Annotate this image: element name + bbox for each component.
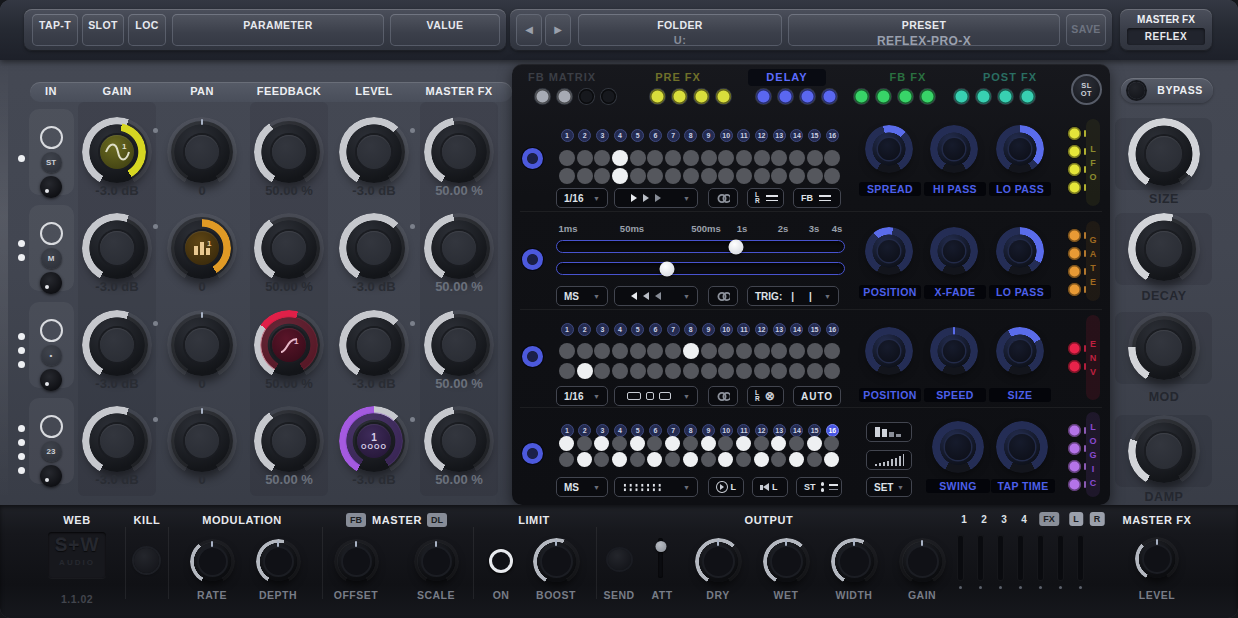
boost-label: BOOST xyxy=(536,589,576,601)
output-meters xyxy=(957,535,1084,581)
master-label: MASTER xyxy=(372,514,422,526)
rate-knob[interactable] xyxy=(190,539,235,584)
logo-line1: S+W xyxy=(48,532,106,558)
scale-knob[interactable] xyxy=(414,539,459,584)
brand-logo: S+WAUDIO xyxy=(48,532,106,578)
modulation-label: MODULATION xyxy=(202,514,282,526)
att-slider[interactable] xyxy=(658,538,663,578)
master-knob-label: SIZE xyxy=(1149,192,1179,206)
meter-track xyxy=(1017,535,1024,581)
meter-label-1: 1 xyxy=(961,514,967,525)
dl-badge[interactable]: DL xyxy=(427,513,447,527)
divider xyxy=(168,527,169,599)
meter-track xyxy=(977,535,984,581)
fx-meter-badge[interactable]: FX xyxy=(1039,512,1059,526)
knob-tick xyxy=(1156,539,1158,545)
master-knob-label: DAMP xyxy=(1145,490,1184,504)
send-button[interactable] xyxy=(608,549,631,570)
wet-label: WET xyxy=(774,589,799,601)
offset-knob[interactable] xyxy=(334,539,379,584)
knob-tick xyxy=(853,540,855,546)
width-label: WIDTH xyxy=(836,589,873,601)
depth-knob[interactable] xyxy=(256,539,301,584)
knob-tick xyxy=(921,540,923,546)
knob-face xyxy=(1146,231,1182,267)
bottom-bar: WEB S+WAUDIO 1.1.02 KILL MODULATION RATE… xyxy=(0,505,1238,618)
knob-tick xyxy=(277,541,279,547)
kill-button[interactable] xyxy=(134,548,159,573)
send-label: SEND xyxy=(603,589,634,601)
logo-line2: AUDIO xyxy=(48,558,106,567)
knob-tick xyxy=(211,541,213,547)
on-label: ON xyxy=(493,589,510,601)
plugin-window: TAP-T SLOT LOC PARAMETER VALUE ◀ ▶ FOLDE… xyxy=(0,0,1238,618)
output-gain-knob[interactable] xyxy=(899,538,946,585)
knob-tick xyxy=(717,540,719,546)
decay-knob[interactable] xyxy=(1128,213,1200,285)
bypass-button[interactable] xyxy=(1128,82,1145,99)
knob-face xyxy=(1146,136,1182,172)
web-label[interactable]: WEB xyxy=(63,514,90,526)
dry-label: DRY xyxy=(706,589,729,601)
output-label: OUTPUT xyxy=(745,514,794,526)
bypass-label: BYPASS xyxy=(1151,84,1209,96)
att-slider-handle[interactable] xyxy=(655,541,666,552)
knob-face xyxy=(423,548,450,575)
meter-track xyxy=(1077,535,1084,581)
att-label: ATT xyxy=(651,589,672,601)
masterfx-level-knob[interactable] xyxy=(1135,537,1179,581)
knob-face xyxy=(772,547,801,576)
mod-knob[interactable] xyxy=(1128,312,1200,384)
limit-on-button[interactable] xyxy=(489,549,513,573)
offset-label: OFFSET xyxy=(334,589,378,601)
meter-track xyxy=(1057,535,1064,581)
meter-track xyxy=(1037,535,1044,581)
knob-tick xyxy=(785,540,787,546)
level-label: LEVEL xyxy=(1139,589,1175,601)
knob-face xyxy=(1144,546,1170,572)
dry-knob[interactable] xyxy=(695,538,742,585)
divider xyxy=(125,527,126,599)
size-knob[interactable] xyxy=(1128,118,1200,190)
wet-knob[interactable] xyxy=(763,538,810,585)
depth-label: DEPTH xyxy=(259,589,297,601)
gain-label: GAIN xyxy=(908,589,936,601)
version-label: 1.1.02 xyxy=(61,593,93,605)
knob-face xyxy=(343,548,370,575)
divider xyxy=(596,527,597,599)
l-meter-badge[interactable]: L xyxy=(1069,512,1083,526)
master-knob-label: DECAY xyxy=(1141,289,1186,303)
boost-knob[interactable] xyxy=(533,538,580,585)
master-knob-label: MOD xyxy=(1149,390,1180,404)
meter-label-3: 3 xyxy=(1001,514,1007,525)
rate-label: RATE xyxy=(197,589,227,601)
scale-label: SCALE xyxy=(417,589,455,601)
bypass-control: BYPASS xyxy=(1121,78,1213,103)
divider xyxy=(322,527,323,599)
knob-face xyxy=(840,547,869,576)
knob-face xyxy=(199,548,226,575)
meter-track xyxy=(957,535,964,581)
knob-face xyxy=(704,547,733,576)
knob-tick xyxy=(355,541,357,547)
r-meter-badge[interactable]: R xyxy=(1090,512,1105,526)
bottom-masterfx-label: MASTER FX xyxy=(1123,514,1192,526)
knob-face xyxy=(265,548,292,575)
knob-face xyxy=(908,547,937,576)
fb-badge[interactable]: FB xyxy=(346,513,366,527)
knob-face xyxy=(1146,433,1182,469)
knob-tick xyxy=(435,541,437,547)
width-knob[interactable] xyxy=(831,538,878,585)
knob-tick xyxy=(555,540,557,546)
knob-face xyxy=(542,547,571,576)
meter-track xyxy=(997,535,1004,581)
damp-knob[interactable] xyxy=(1128,415,1200,487)
knob-face xyxy=(1146,330,1182,366)
divider xyxy=(473,527,474,599)
limit-label: LIMIT xyxy=(518,514,550,526)
meter-label-4: 4 xyxy=(1021,514,1027,525)
meter-label-2: 2 xyxy=(981,514,987,525)
kill-label: KILL xyxy=(134,514,161,526)
